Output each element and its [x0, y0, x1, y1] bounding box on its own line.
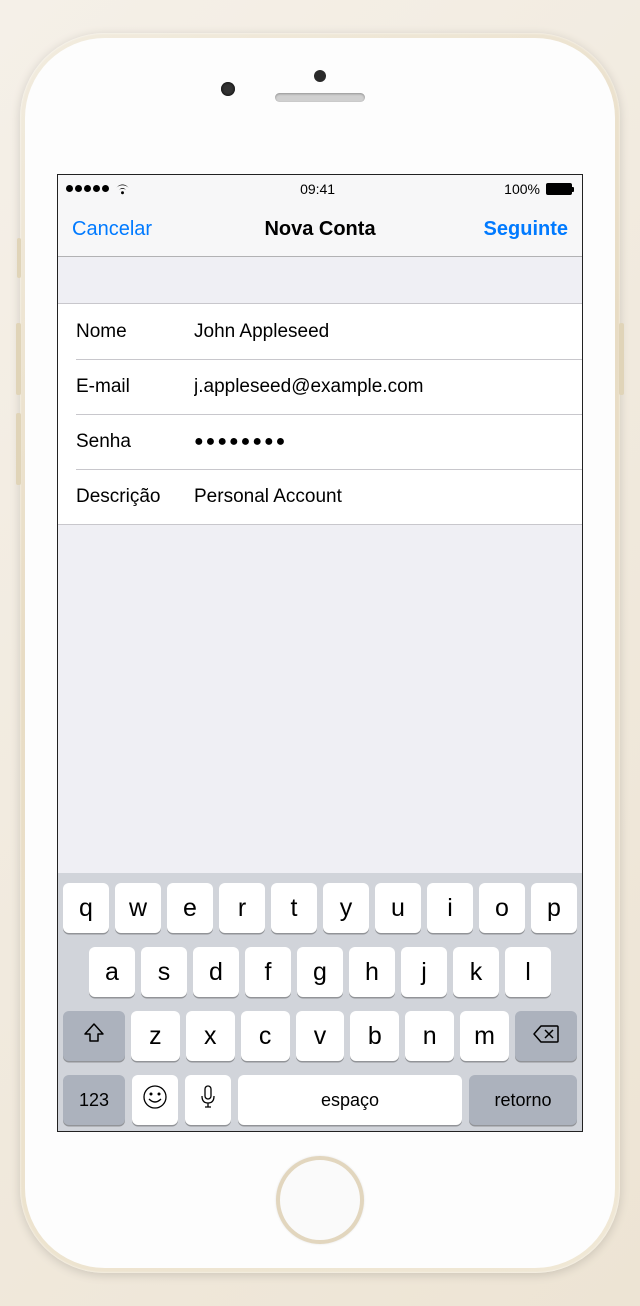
key-m[interactable]: m	[460, 1011, 509, 1061]
key-g[interactable]: g	[297, 947, 343, 997]
shift-key[interactable]	[63, 1011, 125, 1061]
cancel-button[interactable]: Cancelar	[72, 218, 152, 241]
dictation-key[interactable]	[185, 1075, 231, 1125]
screen: 09:41 100% Cancelar Nova Conta Seguinte …	[57, 174, 583, 1132]
backspace-key[interactable]	[515, 1011, 577, 1061]
key-q[interactable]: q	[63, 883, 109, 933]
emoji-icon	[142, 1084, 168, 1117]
key-s[interactable]: s	[141, 947, 187, 997]
volume-down-button	[16, 413, 21, 485]
emoji-key[interactable]	[132, 1075, 178, 1125]
battery-percent: 100%	[504, 181, 540, 197]
status-bar: 09:41 100%	[58, 175, 582, 203]
return-key[interactable]: retorno	[469, 1075, 577, 1125]
name-label: Nome	[76, 321, 194, 343]
wifi-icon	[114, 183, 131, 195]
key-f[interactable]: f	[245, 947, 291, 997]
key-y[interactable]: y	[323, 883, 369, 933]
key-n[interactable]: n	[405, 1011, 454, 1061]
key-k[interactable]: k	[453, 947, 499, 997]
key-b[interactable]: b	[350, 1011, 399, 1061]
key-u[interactable]: u	[375, 883, 421, 933]
description-row[interactable]: Descrição	[76, 469, 582, 524]
key-r[interactable]: r	[219, 883, 265, 933]
password-row[interactable]: Senha ●●●●●●●●	[76, 414, 582, 469]
next-button[interactable]: Seguinte	[484, 218, 568, 241]
home-button[interactable]	[276, 1156, 364, 1244]
key-t[interactable]: t	[271, 883, 317, 933]
key-a[interactable]: a	[89, 947, 135, 997]
phone-shell: 09:41 100% Cancelar Nova Conta Seguinte …	[20, 33, 620, 1273]
password-input[interactable]: ●●●●●●●●	[194, 433, 564, 451]
backspace-icon	[533, 1022, 559, 1051]
description-input[interactable]	[194, 486, 564, 508]
email-input[interactable]	[194, 376, 564, 398]
key-l[interactable]: l	[505, 947, 551, 997]
battery-icon	[544, 183, 574, 195]
numbers-key[interactable]: 123	[63, 1075, 125, 1125]
power-button	[619, 323, 624, 395]
proximity-sensor	[314, 70, 326, 82]
email-label: E-mail	[76, 376, 194, 398]
nav-bar: Cancelar Nova Conta Seguinte	[58, 203, 582, 257]
space-key[interactable]: espaço	[238, 1075, 462, 1125]
key-w[interactable]: w	[115, 883, 161, 933]
description-label: Descrição	[76, 486, 194, 508]
mute-switch	[17, 238, 21, 278]
name-input[interactable]	[194, 321, 564, 343]
front-camera	[221, 82, 235, 96]
key-v[interactable]: v	[296, 1011, 345, 1061]
email-row[interactable]: E-mail	[76, 359, 582, 414]
volume-up-button	[16, 323, 21, 395]
key-x[interactable]: x	[186, 1011, 235, 1061]
key-z[interactable]: z	[131, 1011, 180, 1061]
microphone-icon	[200, 1085, 216, 1116]
key-h[interactable]: h	[349, 947, 395, 997]
page-title: Nova Conta	[264, 218, 375, 241]
account-form: Nome E-mail Senha ●●●●●●●● Descrição	[58, 303, 582, 525]
shift-icon	[83, 1022, 105, 1051]
name-row[interactable]: Nome	[58, 304, 582, 359]
key-i[interactable]: i	[427, 883, 473, 933]
key-e[interactable]: e	[167, 883, 213, 933]
key-j[interactable]: j	[401, 947, 447, 997]
key-c[interactable]: c	[241, 1011, 290, 1061]
password-label: Senha	[76, 431, 194, 453]
keyboard: qwertyuiop asdfghjkl zxcvbnm	[58, 873, 582, 1131]
signal-strength-icon	[66, 185, 109, 193]
key-o[interactable]: o	[479, 883, 525, 933]
status-time: 09:41	[300, 181, 335, 197]
key-d[interactable]: d	[193, 947, 239, 997]
key-p[interactable]: p	[531, 883, 577, 933]
earpiece-speaker	[275, 93, 365, 102]
